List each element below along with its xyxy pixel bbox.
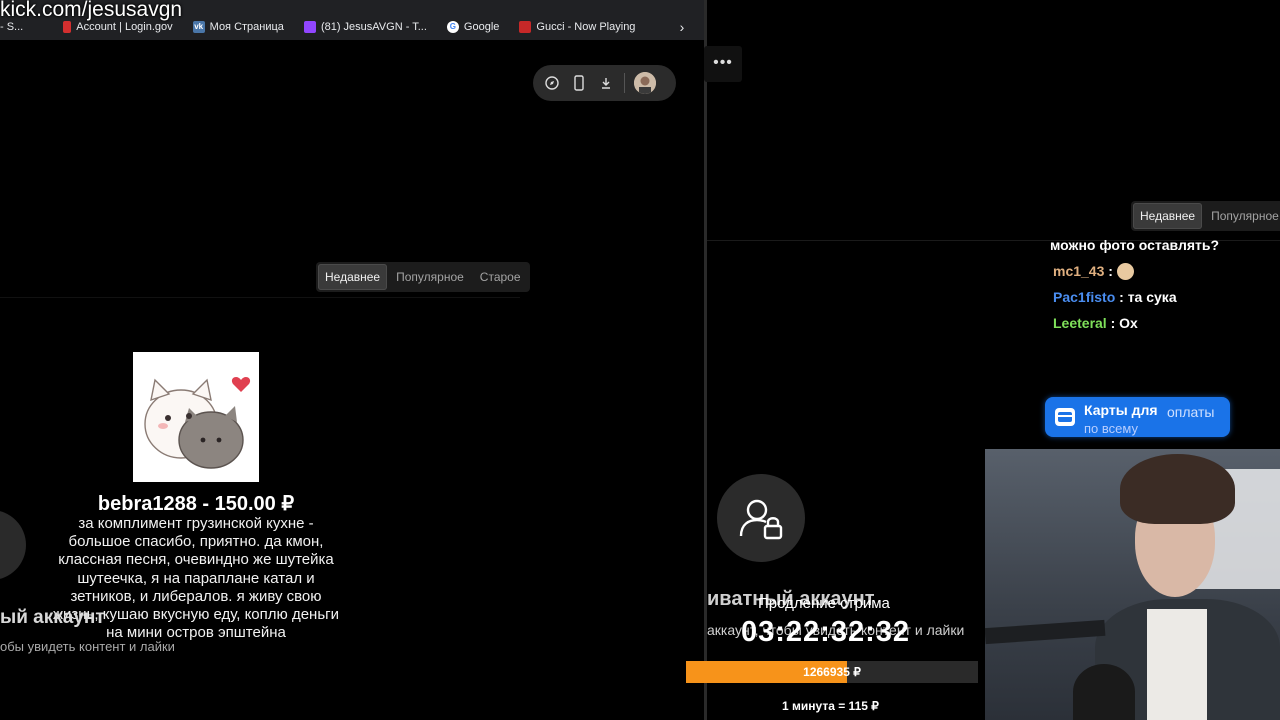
bookmark-login-gov[interactable]: Account | Login.gov — [63, 21, 173, 33]
chat-separator: : — [1110, 315, 1120, 331]
twitch-icon — [303, 21, 316, 33]
bookmark-vk[interactable]: vk Моя Страница — [192, 21, 284, 33]
bookmark-google[interactable]: G Google — [446, 21, 500, 33]
bookmark-label: Google — [463, 21, 500, 33]
profile-avatar[interactable] — [634, 72, 656, 94]
more-options-button[interactable]: ••• — [704, 46, 742, 82]
mobile-device-icon[interactable] — [570, 74, 588, 92]
chat-message: Pac1fisto : та сука — [1050, 288, 1280, 314]
chat-username[interactable]: Pac1fisto — [1050, 289, 1115, 305]
tab-recent[interactable]: Недавнее — [1133, 203, 1203, 229]
chat-separator: : — [1119, 289, 1128, 305]
bookmark-label: - S... — [0, 21, 24, 33]
bookmarks-more-chevron-icon[interactable]: › — [672, 14, 692, 40]
login-gov-icon — [63, 21, 72, 33]
window-edge — [704, 0, 707, 720]
banner-title-b: оплаты — [1167, 404, 1215, 420]
donation-cat-sticker — [133, 352, 259, 482]
burger-emote-icon — [1116, 262, 1134, 280]
tab-oldest[interactable]: Старое — [473, 264, 528, 290]
sort-tabs: Недавнее Популярное — [1131, 201, 1280, 231]
divider — [0, 297, 520, 298]
bookmark-item[interactable]: - S... — [0, 21, 23, 33]
tab-popular[interactable]: Популярное — [389, 264, 471, 290]
chat-message: mc1_43 : — [1050, 262, 1280, 288]
chat-username[interactable]: mc1_43 — [1050, 263, 1104, 279]
chat-message: можно фото оставлять? — [1050, 236, 1280, 262]
donation-title: bebra1288 - 150.00 ₽ — [97, 493, 295, 515]
banner-subtitle: по всему — [1084, 421, 1138, 436]
chat-feed: можно фото оставлять? mc1_43 : Pac1fisto… — [1050, 236, 1280, 340]
webcam-feed — [985, 449, 1280, 720]
donation-total: 1266935 ₽ — [803, 665, 861, 679]
toolbar-divider — [624, 73, 625, 93]
subathon-rate: 1 минута = 115 ₽ — [782, 699, 879, 713]
chat-separator: : — [1108, 263, 1117, 279]
subathon-label: Продление стрима — [758, 595, 890, 612]
subathon-timer: 03:22:32:32 — [741, 616, 910, 648]
bookmark-gucci[interactable]: Gucci - Now Playing — [519, 21, 635, 33]
shark-figure — [1073, 664, 1135, 720]
chat-text: та сука — [1127, 289, 1177, 305]
gucci-icon — [519, 21, 532, 33]
donation-progress-bar: 1266935 ₽ — [686, 661, 978, 683]
bookmark-label: Account | Login.gov — [76, 21, 173, 33]
tab-popular[interactable]: Популярное — [1204, 203, 1280, 229]
sort-tabs: Недавнее Популярное Старое — [316, 262, 530, 292]
chat-text: можно фото оставлять? — [1050, 237, 1220, 253]
webcam-tee — [1147, 609, 1207, 720]
payment-cards-banner[interactable]: Карты для оплаты по всему — [1045, 397, 1230, 437]
browser-window: - S... Account | Login.gov vk Моя Страни… — [0, 0, 706, 720]
private-account-icon — [0, 510, 26, 580]
card-icon — [1055, 408, 1075, 426]
chat-text: Ох — [1119, 315, 1138, 331]
bookmark-label: Моя Страница — [209, 21, 284, 33]
bookmark-twitch[interactable]: (81) JesusAVGN - T... — [303, 21, 427, 33]
banner-title: Карты для — [1084, 402, 1158, 418]
vk-icon: vk — [192, 21, 205, 33]
tab-recent[interactable]: Недавнее — [318, 264, 388, 290]
private-account-subtitle: обы увидеть контент и лайки — [0, 639, 175, 654]
private-account-icon — [717, 474, 805, 562]
webcam-hair — [1120, 454, 1235, 524]
compass-icon[interactable] — [543, 74, 561, 92]
stream-url-overlay: kick.com/jesusavgn — [0, 0, 183, 21]
bookmark-label: Gucci - Now Playing — [536, 21, 636, 33]
download-icon[interactable] — [597, 74, 615, 92]
private-account-title: ый аккаунт — [0, 607, 105, 628]
chat-message: Leeteral : Ох — [1050, 314, 1280, 340]
chat-username[interactable]: Leeteral — [1050, 315, 1107, 331]
page-toolbar — [533, 65, 676, 101]
google-icon: G — [446, 21, 459, 33]
bookmark-label: (81) JesusAVGN - T... — [320, 21, 427, 33]
